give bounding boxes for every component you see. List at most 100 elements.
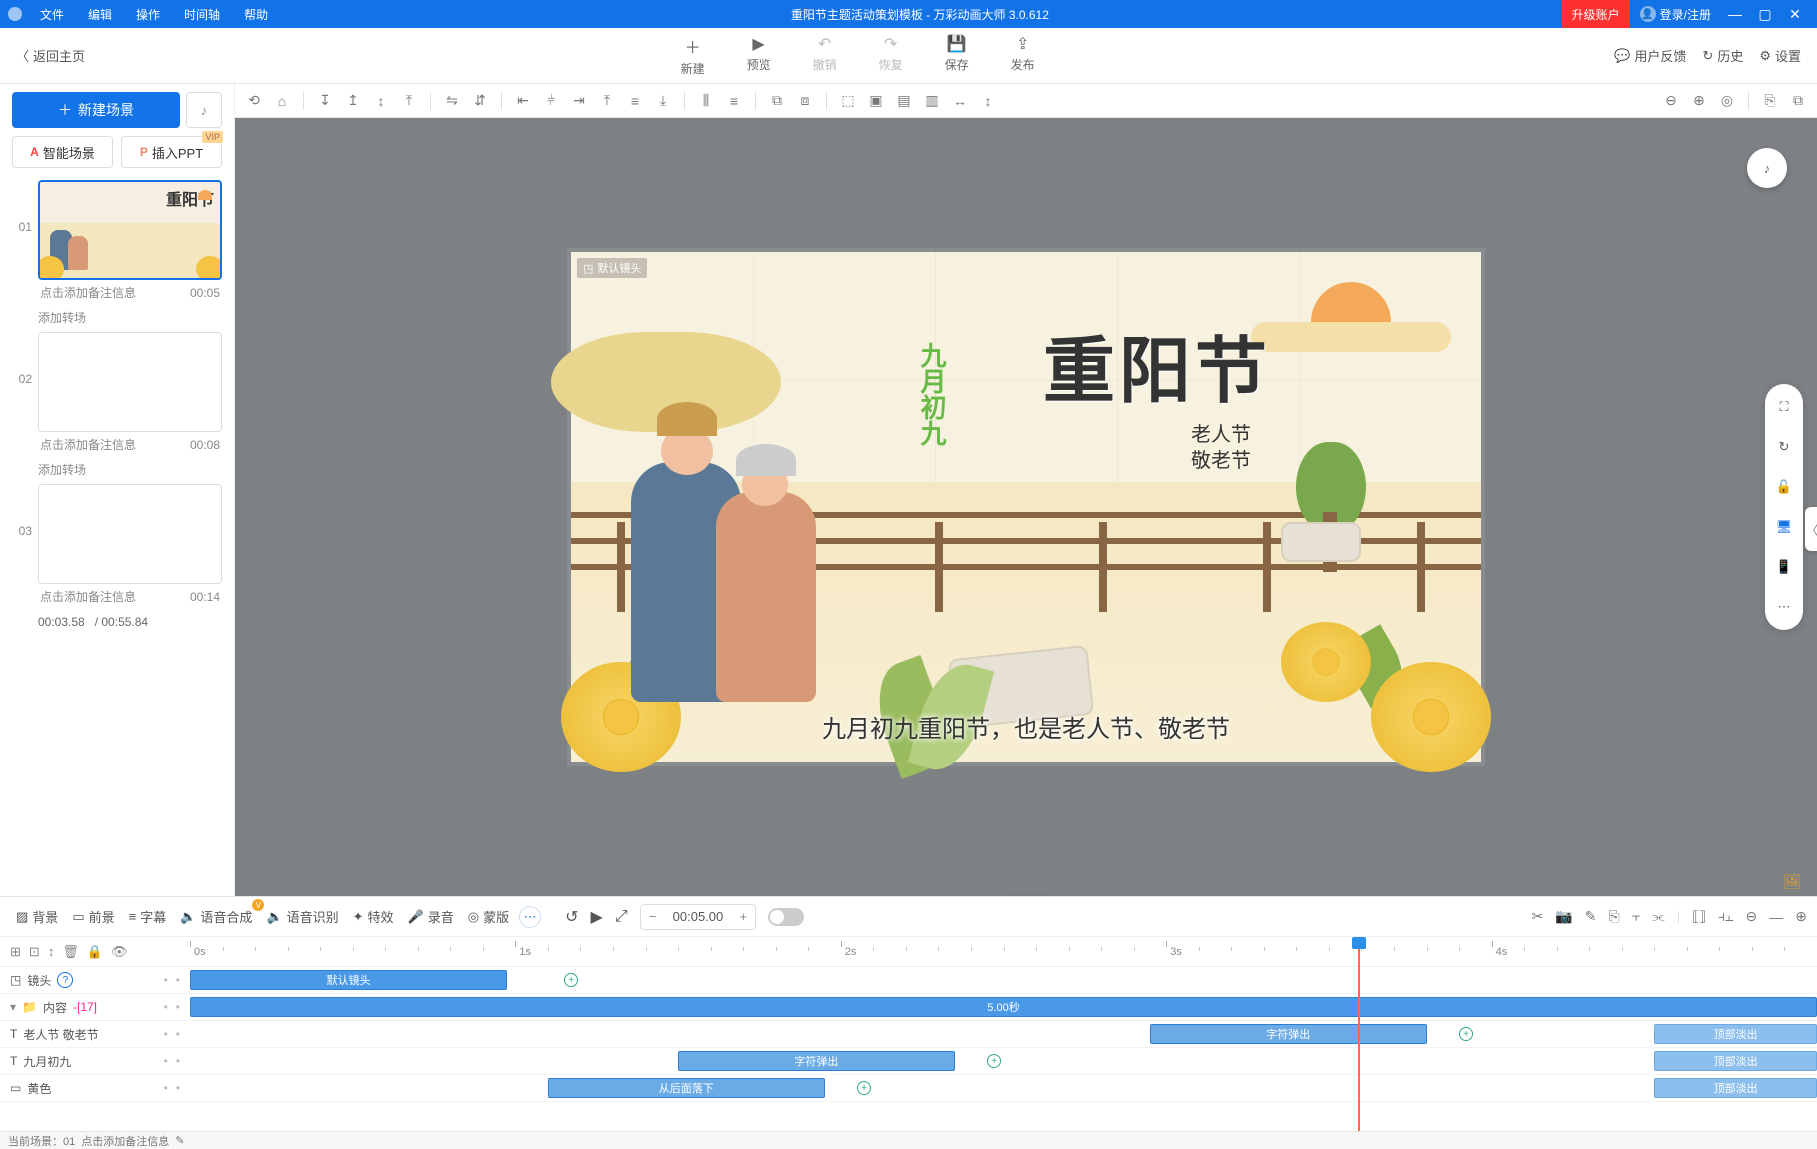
minimize-button[interactable]: — (1721, 0, 1749, 28)
rotate-icon[interactable]: ↻ (1771, 434, 1797, 460)
zoom-fit-icon[interactable]: ◎ (1716, 90, 1738, 112)
scene-thumbnail[interactable] (38, 484, 222, 584)
timeline-play-button[interactable]: ▶ (591, 907, 603, 927)
add-track-icon[interactable]: ⊞ (10, 944, 21, 960)
timeline-clip[interactable]: 顶部淡出 (1654, 1024, 1817, 1044)
timeline-clip[interactable]: 从后面落下 (548, 1078, 825, 1098)
stage[interactable]: ◳ 默认镜头 (571, 252, 1481, 762)
timeline-ruler[interactable]: 0s1s2s3s4s5s (190, 937, 1817, 966)
scene-note-text[interactable]: 点击添加备注信息 (40, 436, 136, 453)
timeline-clip[interactable]: 字符弹出 (1150, 1024, 1427, 1044)
dist-v-icon[interactable]: ≡ (723, 90, 745, 112)
align-mid-icon[interactable]: ↕ (370, 90, 392, 112)
menu-action[interactable]: 操作 (126, 4, 170, 25)
menu-file[interactable]: 文件 (30, 4, 74, 25)
align-center-icon[interactable]: ⫩ (540, 90, 562, 112)
close-button[interactable]: ✕ (1781, 0, 1809, 28)
timeline-tab-1[interactable]: ▭前景 (66, 903, 120, 930)
home-icon[interactable]: ⌂ (271, 90, 293, 112)
group-icon[interactable]: ⧉ (766, 90, 788, 112)
clip-icon[interactable]: ⎘ (1608, 908, 1619, 925)
timeline-tab-6[interactable]: 🎤录音 (402, 903, 460, 930)
layer-down-icon[interactable]: ▥ (921, 90, 943, 112)
timeline-tab-5[interactable]: ✦特效 (347, 903, 400, 930)
track-label[interactable]: T老人节 敬老节•• (0, 1021, 190, 1047)
layer-up-icon[interactable]: ▤ (893, 90, 915, 112)
scene-note-text[interactable]: 点击添加备注信息 (40, 284, 136, 301)
scene-music-button[interactable]: ♪ (186, 92, 222, 128)
upgrade-button[interactable]: 升级账户 (1562, 0, 1630, 28)
track-lane[interactable]: 默认镜头 + (190, 967, 1817, 993)
camera-icon[interactable]: 📷 (1555, 908, 1572, 925)
timeline-switch[interactable] (768, 908, 804, 926)
valign-top-icon[interactable]: ⤒ (596, 90, 618, 112)
folder-add-icon[interactable]: ⊡ (29, 944, 40, 960)
ai-scene-button[interactable]: Α 智能场景 (12, 136, 113, 168)
track-lane[interactable]: 字符弹出顶部淡出+ (190, 1048, 1817, 1074)
align-right-icon[interactable]: ⇥ (568, 90, 590, 112)
copy-icon[interactable]: ⎘ (1759, 90, 1781, 112)
vspace-icon[interactable]: ↕ (977, 90, 999, 112)
new-scene-button[interactable]: ＋ 新建场景 (12, 92, 180, 128)
history-button[interactable]: ↻历史 (1702, 46, 1743, 65)
stage-wrapper[interactable]: ◳ 默认镜头 (235, 118, 1817, 896)
insert-ppt-button[interactable]: P 插入PPT VIP (121, 136, 222, 168)
timeline-clip[interactable]: 默认镜头 (190, 970, 507, 990)
camera-label[interactable]: ◳ 默认镜头 (577, 258, 647, 278)
add-keyframe-button[interactable]: + (857, 1081, 871, 1095)
marker-in-icon[interactable]: ⟦⟧ (1692, 908, 1706, 925)
timeline-tab-4[interactable]: 🔈语音识别 (260, 903, 344, 930)
scene-thumbnail[interactable]: 重阳节 (38, 180, 222, 280)
right-drawer-handle[interactable]: 〈 (1805, 507, 1817, 551)
title-main-text[interactable]: 重阳节 (1043, 312, 1271, 417)
zoom-out-tl-icon[interactable]: ⊖ (1746, 908, 1758, 925)
mobile-view-icon[interactable]: 📱 (1771, 554, 1797, 580)
timeline-rewind-button[interactable]: ↺ (565, 907, 578, 927)
visibility-icon[interactable]: 👁 (111, 944, 128, 960)
playhead[interactable] (1358, 937, 1360, 1131)
time-minus-button[interactable]: − (641, 909, 665, 924)
align-down-icon[interactable]: ↧ (314, 90, 336, 112)
timeline-more-button[interactable]: ⋯ (519, 906, 541, 928)
dist-h-icon[interactable]: ⫼ (695, 90, 717, 112)
fullscreen-icon[interactable]: ⛶ (1771, 394, 1797, 420)
toolbar-save-button[interactable]: 💾保存 (937, 30, 977, 81)
track-label[interactable]: ▾📁内容-[17]•• (0, 994, 190, 1020)
sort-icon[interactable]: ↕ (48, 944, 55, 959)
back-home-button[interactable]: 〈 返回主页 (0, 46, 101, 65)
status-edit-icon[interactable]: ✎ (175, 1134, 184, 1147)
delete-track-icon[interactable]: 🗑 (62, 944, 79, 960)
track-lane[interactable]: 字符弹出 顶部淡出 + (190, 1021, 1817, 1047)
undo-icon[interactable]: ⟲ (243, 90, 265, 112)
more-icon[interactable]: ⋯ (1771, 594, 1797, 620)
cut-icon[interactable]: ✂ (1532, 908, 1544, 925)
track-label[interactable]: T九月初九•• (0, 1048, 190, 1074)
link-icon[interactable]: ⫘ (1652, 908, 1665, 925)
track-lane[interactable]: 从后面落下顶部淡出+ (190, 1075, 1817, 1101)
add-keyframe-button[interactable]: + (564, 973, 578, 987)
feedback-button[interactable]: 💬用户反馈 (1614, 46, 1686, 65)
maximize-button[interactable]: ▢ (1751, 0, 1779, 28)
title-subtitle-text[interactable]: 老人节 敬老节 (1191, 422, 1251, 474)
status-note[interactable]: 点击添加备注信息 (81, 1133, 169, 1149)
flip-v-icon[interactable]: ⇵ (469, 90, 491, 112)
help-icon[interactable]: ? (57, 972, 73, 988)
valign-bot-icon[interactable]: ⤓ (652, 90, 674, 112)
toolbar-publish-button[interactable]: ⇪发布 (1003, 30, 1043, 81)
align-left-icon[interactable]: ⇤ (512, 90, 534, 112)
zoom-out-icon[interactable]: ⊖ (1660, 90, 1682, 112)
toolbar-new-button[interactable]: ＋新建 (673, 30, 713, 81)
timeline-tab-0[interactable]: ▨背景 (10, 903, 64, 930)
title-vertical-text[interactable]: 九月初九 (914, 342, 951, 446)
lock-icon[interactable]: 🔓 (1771, 474, 1797, 500)
timeline-clip[interactable]: 顶部淡出 (1654, 1051, 1817, 1071)
add-keyframe-button[interactable]: + (1459, 1027, 1473, 1041)
picture-icon[interactable]: 🖼 (1783, 873, 1801, 890)
align-up-icon[interactable]: ↥ (342, 90, 364, 112)
stage-music-button[interactable]: ♪ (1747, 148, 1787, 188)
layer-back-icon[interactable]: ▣ (865, 90, 887, 112)
user-login[interactable]: 👤 登录/注册 (1632, 6, 1719, 23)
menu-edit[interactable]: 编辑 (78, 4, 122, 25)
track-label[interactable]: ◳镜头?•• (0, 967, 190, 993)
add-transition-button[interactable]: 添加转场 (38, 309, 222, 326)
